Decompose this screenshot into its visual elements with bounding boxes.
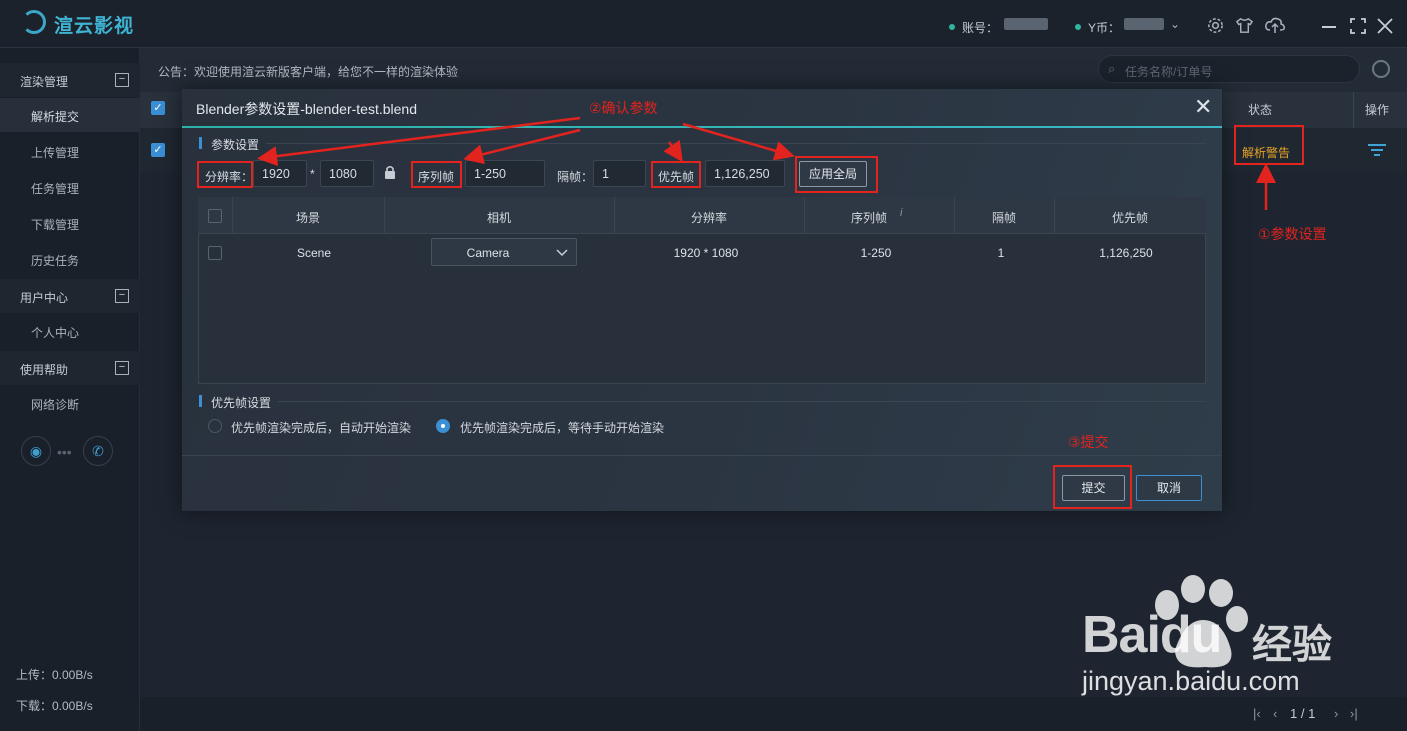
watermark-url: jingyan.baidu.com [1082, 666, 1300, 696]
watermark-brand-du: du [1159, 606, 1223, 664]
watermark-brand-bai: Bai [1082, 606, 1161, 664]
watermark-jingyan: 经验 [1252, 623, 1332, 667]
watermark-brand: Baidu [1082, 605, 1223, 665]
app-window: 渲云影视 账号： Y币： ⌄ 渲染管理 − 解析提交 上传管理 任务管理 下载管理… [0, 0, 1407, 731]
